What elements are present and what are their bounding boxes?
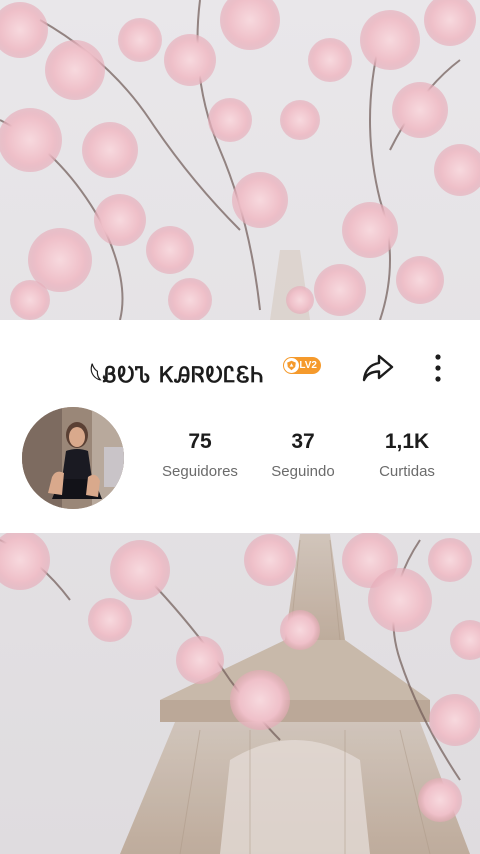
likes-label: Curtidas <box>379 463 435 480</box>
level-badge[interactable]: LV2 <box>283 357 321 374</box>
avatar[interactable] <box>22 407 124 509</box>
likes-count: 1,1K <box>384 430 430 453</box>
following-label: Seguindo <box>271 463 335 480</box>
share-button[interactable] <box>360 350 396 386</box>
level-badge-label: LV2 <box>299 360 317 371</box>
followers-count: 75 <box>188 430 212 453</box>
share-arrow-icon <box>362 354 394 382</box>
profile-header-row: 𓆩ᏰᎧᏖ ᏦᎯᏒᎧᏝᏋᏂ LV2 <box>0 350 480 387</box>
following-count: 37 <box>291 430 315 453</box>
followers-stat[interactable]: 75 Seguidores <box>140 430 260 481</box>
followers-label: Seguidores <box>162 463 238 480</box>
more-options-button[interactable] <box>424 350 452 386</box>
avatar-image <box>22 407 124 509</box>
likes-stat[interactable]: 1,1K Curtidas <box>347 430 467 481</box>
more-vertical-icon <box>435 354 441 382</box>
profile-card: 𓆩ᏰᎧᏖ ᏦᎯᏒᎧᏝᏋᏂ LV2 75 Seguidores 37 Seguin… <box>0 320 480 533</box>
profile-username: 𓆩ᏰᎧᏖ ᏦᎯᏒᎧᏝᏋᏂ <box>90 363 265 387</box>
level-shield-icon <box>284 358 299 373</box>
following-stat[interactable]: 37 Seguindo <box>243 430 363 481</box>
